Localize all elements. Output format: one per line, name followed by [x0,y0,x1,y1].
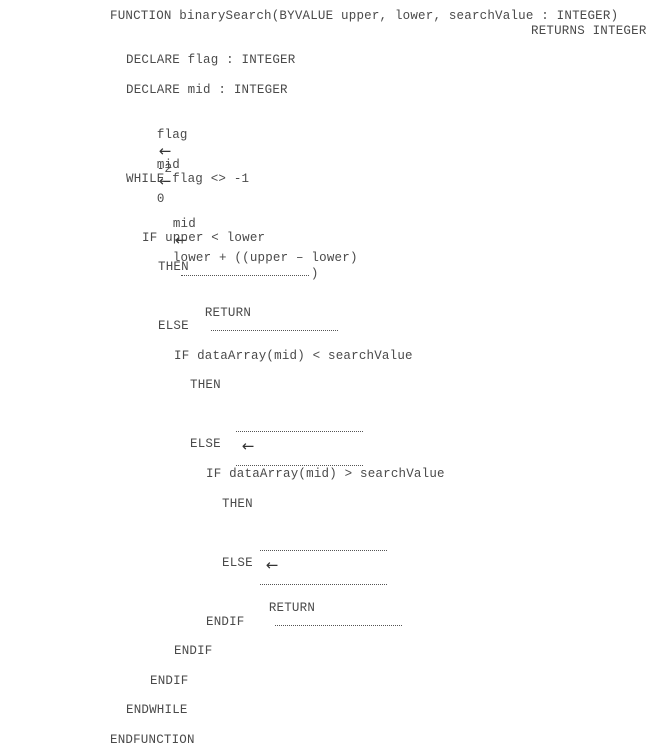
then-keyword-2: THEN [190,378,221,392]
return-line-3: RETURN [238,584,402,648]
mid-variable: mid [156,158,180,172]
else-keyword-3: ELSE [222,556,253,570]
assign-arrow-icon: ← [265,556,279,574]
assign-arrow-icon: ← [241,437,255,455]
mid-assign-line: mid ← lower + ((upper – lower) ) [142,200,358,298]
flag-variable: flag [156,128,188,142]
return-keyword-3: RETURN [268,601,316,615]
answer-blank-assign-3-left[interactable] [259,549,387,551]
if-data-greater-search: IF dataArray(mid) > searchValue [206,467,445,481]
endif-keyword-3: ENDIF [150,674,189,688]
answer-blank-mid[interactable] [180,274,309,276]
endif-keyword-2: ENDIF [174,644,213,658]
return-line-1: RETURN [174,289,338,353]
returns-integer: RETURNS INTEGER [531,24,647,38]
endwhile-keyword: ENDWHILE [126,703,188,717]
mid-assign-variable: mid [172,217,196,231]
answer-blank-return-3[interactable] [274,624,402,626]
then-keyword-3: THEN [222,497,253,511]
return-keyword-1: RETURN [204,306,252,320]
else-keyword-2: ELSE [190,437,221,451]
while-line: WHILE flag <> -1 [126,172,250,186]
answer-blank-assign-2-left[interactable] [235,430,363,432]
endif-keyword-1: ENDIF [206,615,245,629]
declare-mid-line: DECLARE mid : INTEGER [126,83,288,97]
mid-assign-expression: lower + ((upper – lower) [172,251,358,265]
then-keyword-1: THEN [158,260,189,274]
else-keyword-1: ELSE [158,319,189,333]
declare-flag-line: DECLARE flag : INTEGER [126,53,296,67]
mid-assign-close-paren: ) [310,267,319,281]
answer-blank-return-1[interactable] [210,329,338,331]
if-data-less-search: IF dataArray(mid) < searchValue [174,349,413,363]
function-header: FUNCTION binarySearch(BYVALUE upper, low… [110,9,619,23]
if-upper-less-lower: IF upper < lower [142,231,266,245]
